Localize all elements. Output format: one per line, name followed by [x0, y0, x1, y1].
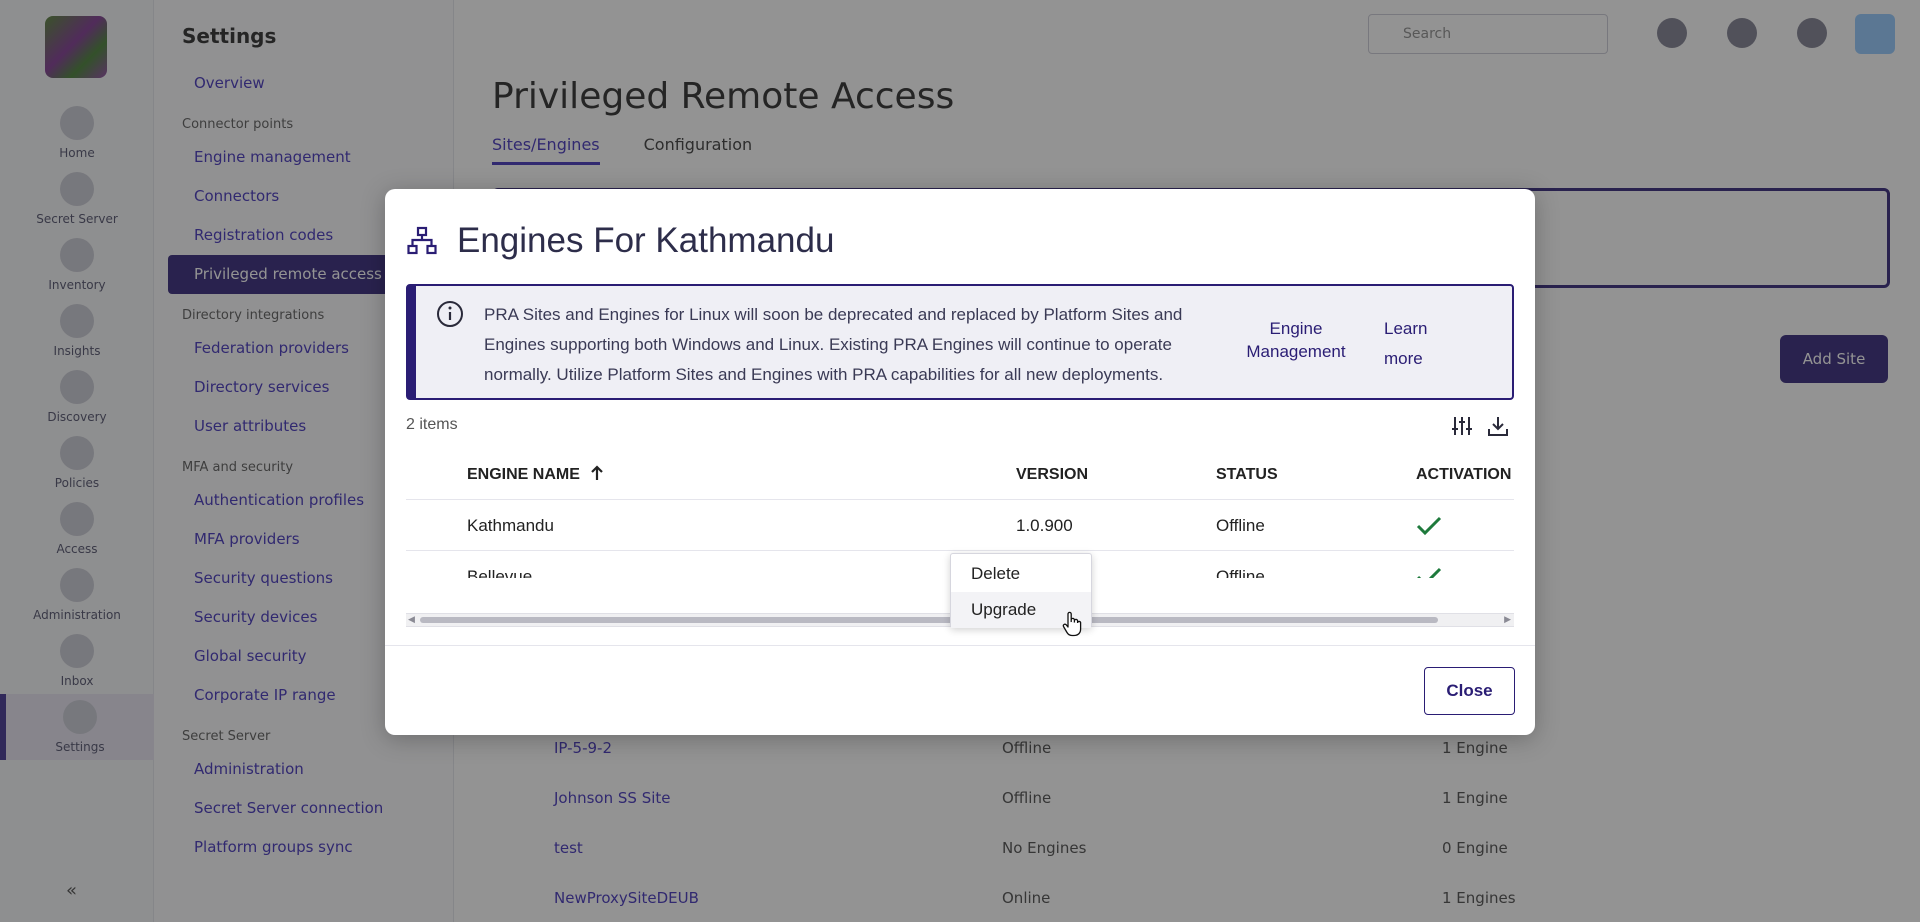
item-count: 2 items — [406, 416, 458, 433]
engine-status: Offline — [1216, 567, 1265, 578]
deprecation-notice: PRA Sites and Engines for Linux will soo… — [406, 284, 1514, 400]
engine-status: Offline — [1216, 516, 1265, 535]
scrollbar-thumb[interactable] — [420, 617, 1438, 623]
info-circle-icon — [437, 301, 463, 327]
column-header-status[interactable]: STATUS — [1216, 451, 1278, 499]
column-header-engine-name[interactable]: ENGINE NAME — [467, 451, 604, 499]
learn-more-link[interactable]: Learn more — [1384, 314, 1444, 374]
arrow-up-icon — [591, 465, 604, 480]
menu-item-delete[interactable]: Delete — [951, 556, 1091, 592]
engine-management-link[interactable]: Engine Management — [1236, 317, 1356, 363]
check-icon — [1417, 567, 1442, 578]
column-header-activation[interactable]: ACTIVATION — [1416, 451, 1511, 499]
engine-name: Bellevue — [467, 567, 533, 578]
download-icon[interactable] — [1486, 414, 1510, 438]
close-button[interactable]: Close — [1424, 667, 1515, 715]
sitemap-icon — [407, 226, 437, 255]
dialog-divider — [385, 645, 1535, 646]
scroll-right-icon[interactable]: ▶ — [1504, 614, 1511, 626]
dialog-header: Engines For Kathmandu — [407, 217, 834, 265]
table-row[interactable]: Kathmandu 1.0.900 Offline — [406, 499, 1514, 550]
scroll-left-icon[interactable]: ◀ — [408, 614, 415, 626]
sliders-icon[interactable] — [1450, 414, 1474, 438]
engine-name: Kathmandu — [467, 516, 554, 535]
engine-version: 1.0.900 — [1016, 516, 1073, 535]
column-header-version[interactable]: VERSION — [1016, 451, 1088, 499]
hand-pointer-icon — [1062, 611, 1082, 637]
column-label: ENGINE NAME — [467, 466, 580, 483]
check-icon — [1416, 516, 1442, 536]
engines-dialog: Engines For Kathmandu PRA Sites and Engi… — [385, 189, 1535, 735]
dialog-title: Engines For Kathmandu — [457, 221, 835, 260]
notice-text: PRA Sites and Engines for Linux will soo… — [484, 305, 1183, 384]
table-actions — [1450, 414, 1510, 438]
